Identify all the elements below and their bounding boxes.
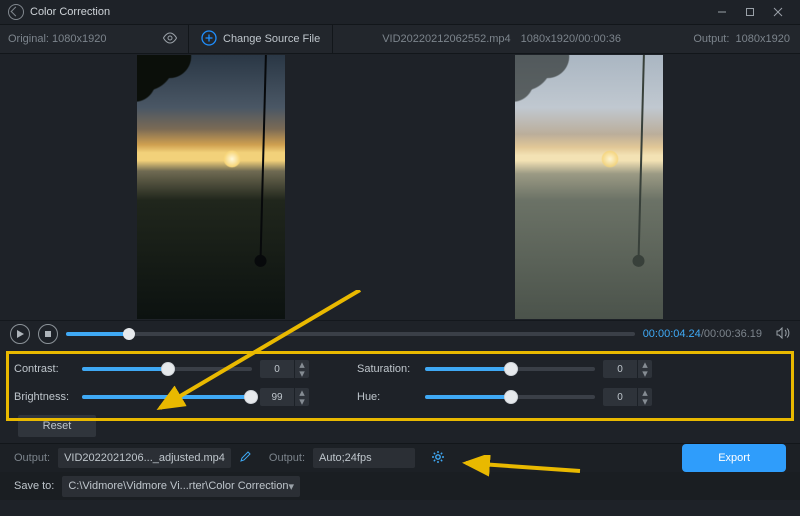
contrast-label: Contrast:	[14, 363, 74, 375]
save-to-label: Save to:	[14, 480, 54, 492]
output-format-label: Output:	[269, 452, 305, 464]
change-source-button[interactable]: Change Source File	[188, 25, 333, 53]
output-format-field[interactable]: Auto;24fps	[313, 448, 415, 468]
minimize-button[interactable]	[708, 0, 736, 24]
preview-original	[137, 55, 285, 319]
saturation-label: Saturation:	[357, 363, 417, 375]
window-title: Color Correction	[30, 6, 110, 18]
file-info: VID20220212062552.mp4 1080x1920/00:00:36	[333, 33, 670, 45]
total-time: 00:00:36.19	[704, 328, 762, 340]
output-file-field[interactable]: VID2022021206..._adjusted.mp4	[58, 448, 231, 468]
current-time: 00:00:04.24	[643, 328, 701, 340]
output-dims: 1080x1920	[736, 33, 790, 45]
brightness-value-stepper[interactable]: ▴▾	[260, 388, 309, 406]
output-settings-icon[interactable]	[431, 450, 445, 467]
save-to-path: C:\Vidmore\Vidmore Vi...rter\Color Corre…	[68, 480, 288, 492]
contrast-value-stepper[interactable]: ▴▾	[260, 360, 309, 378]
source-dims: 1080x1920	[521, 33, 575, 45]
saturation-value-input[interactable]	[603, 363, 637, 376]
timeline-slider[interactable]	[66, 332, 635, 336]
save-bar: Save to: C:\Vidmore\Vidmore Vi...rter\Co…	[0, 472, 800, 500]
output-file-label: Output:	[14, 452, 50, 464]
plus-icon	[201, 30, 217, 49]
brightness-value-input[interactable]	[260, 391, 294, 404]
output-dims-label: Output:	[693, 33, 729, 45]
output-bar: Output: VID2022021206..._adjusted.mp4 Ou…	[0, 443, 800, 472]
hue-value-input[interactable]	[603, 391, 637, 404]
brightness-label: Brightness:	[14, 391, 74, 403]
maximize-button[interactable]	[736, 0, 764, 24]
source-duration: 00:00:36	[578, 33, 621, 45]
export-button[interactable]: Export	[682, 444, 786, 472]
original-dims: 1080x1920	[52, 33, 106, 45]
brightness-step-down[interactable]: ▾	[295, 397, 309, 406]
close-button[interactable]	[764, 0, 792, 24]
preview-area	[0, 54, 800, 320]
playback-bar: 00:00:04.24/00:00:36.19	[0, 320, 800, 347]
timeline-knob[interactable]	[123, 328, 135, 340]
reset-button[interactable]: Reset	[18, 415, 96, 437]
volume-icon[interactable]	[776, 327, 790, 342]
app-window: Color Correction Original: 1080x1920 Cha…	[0, 0, 800, 516]
chevron-down-icon: ▾	[288, 480, 294, 493]
change-source-label: Change Source File	[223, 33, 320, 45]
app-logo-icon	[8, 4, 24, 20]
contrast-slider[interactable]	[82, 367, 252, 371]
hue-value-stepper[interactable]: ▴▾	[603, 388, 652, 406]
play-button[interactable]	[10, 324, 30, 344]
save-to-select[interactable]: C:\Vidmore\Vidmore Vi...rter\Color Corre…	[62, 476, 300, 497]
color-controls: Contrast: ▴▾ Saturation: ▴▾ Brightness: …	[0, 347, 800, 443]
title-bar: Color Correction	[0, 0, 800, 24]
toggle-preview-icon[interactable]	[162, 32, 178, 47]
contrast-step-down[interactable]: ▾	[295, 369, 309, 378]
source-toolbar: Original: 1080x1920 Change Source File V…	[0, 24, 800, 54]
saturation-value-stepper[interactable]: ▴▾	[603, 360, 652, 378]
hue-label: Hue:	[357, 391, 417, 403]
original-label: Original:	[8, 33, 49, 45]
brightness-slider[interactable]	[82, 395, 252, 399]
contrast-value-input[interactable]	[260, 363, 294, 376]
hue-step-down[interactable]: ▾	[638, 397, 652, 406]
source-filename: VID20220212062552.mp4	[382, 33, 510, 45]
saturation-step-down[interactable]: ▾	[638, 369, 652, 378]
hue-slider[interactable]	[425, 395, 595, 399]
preview-output	[515, 55, 663, 319]
stop-button[interactable]	[38, 324, 58, 344]
edit-output-name-icon[interactable]	[239, 451, 251, 466]
saturation-slider[interactable]	[425, 367, 595, 371]
